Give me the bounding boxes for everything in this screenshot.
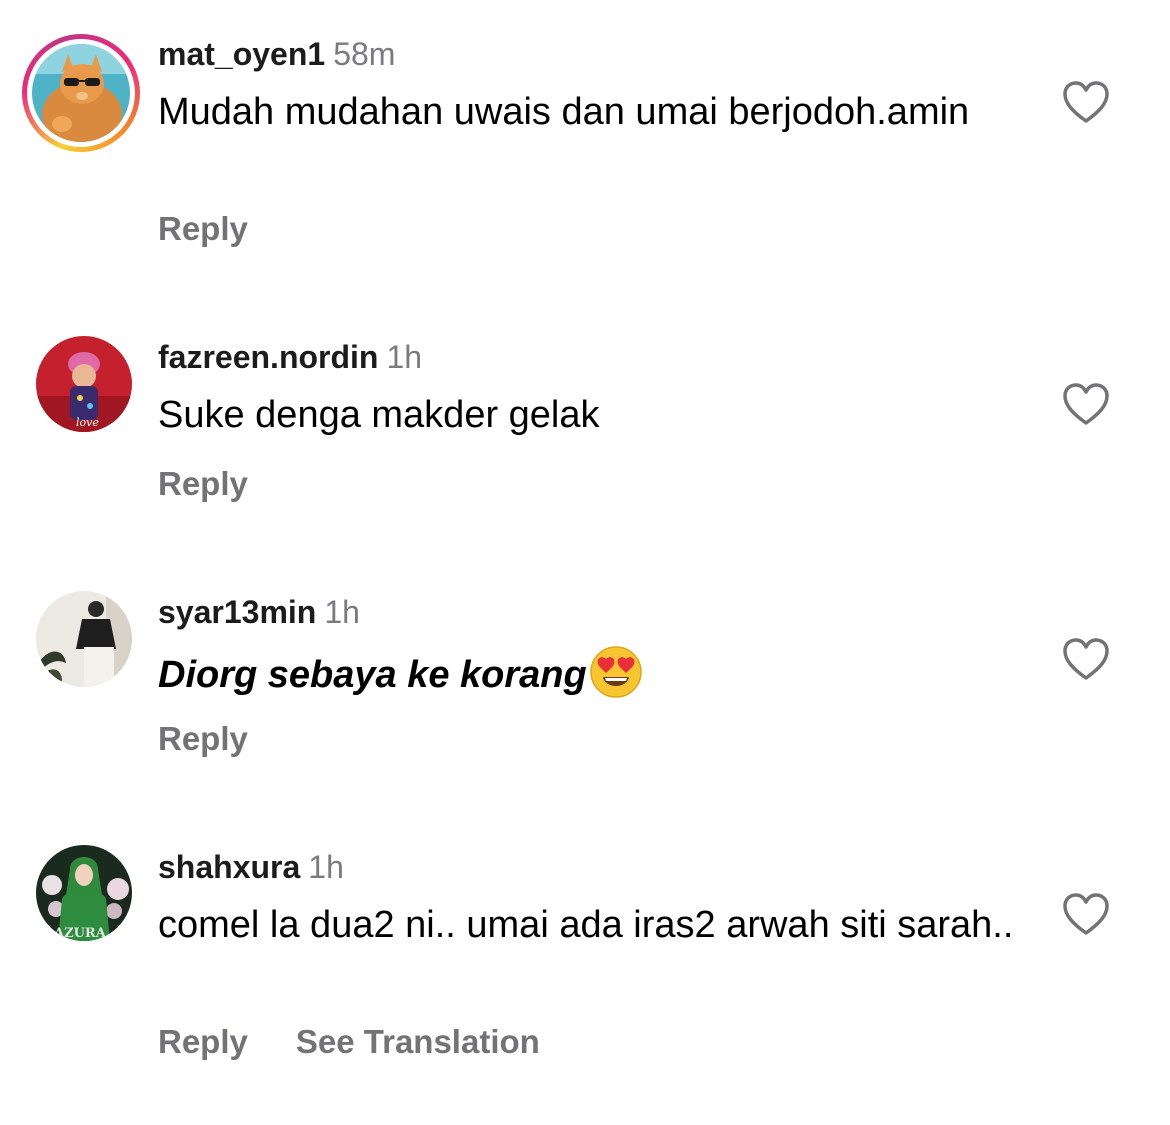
comment-actions: Reply — [158, 719, 248, 759]
heart-outline-icon[interactable] — [1062, 383, 1110, 427]
avatar-child-image: love — [36, 336, 132, 432]
comment-actions: Reply — [158, 209, 248, 249]
story-ring[interactable] — [22, 34, 140, 152]
avatar-cat-image — [32, 44, 130, 142]
comment-header: syar13min 1h — [158, 592, 360, 632]
avatar[interactable] — [36, 591, 132, 687]
comment-text: Diorg sebaya ke korang — [158, 645, 1038, 700]
timestamp: 1h — [308, 849, 344, 885]
svg-text:love: love — [76, 416, 99, 429]
avatar[interactable]: AZURA — [36, 845, 132, 941]
comment-actions: Reply — [158, 464, 248, 504]
username[interactable]: syar13min — [158, 594, 316, 630]
see-translation-button[interactable]: See Translation — [296, 1022, 540, 1062]
reply-button[interactable]: Reply — [158, 464, 248, 504]
username[interactable]: fazreen.nordin — [158, 339, 378, 375]
svg-text:AZURA: AZURA — [53, 926, 107, 941]
heart-outline-icon[interactable] — [1062, 81, 1110, 125]
heart-outline-icon[interactable] — [1062, 893, 1110, 937]
heart-outline-icon[interactable] — [1062, 638, 1110, 682]
reply-button[interactable]: Reply — [158, 1022, 248, 1062]
reply-button[interactable]: Reply — [158, 719, 248, 759]
timestamp: 1h — [324, 594, 360, 630]
comment-actions: Reply See Translation — [158, 1022, 540, 1062]
avatar[interactable] — [32, 44, 130, 142]
avatar-hijab-image: AZURA — [36, 845, 132, 941]
avatar[interactable]: love — [36, 336, 132, 432]
comment-text: comel la dua2 ni.. umai ada iras2 arwah … — [158, 904, 1014, 946]
reply-button[interactable]: Reply — [158, 209, 248, 249]
comment-header: fazreen.nordin 1h — [158, 337, 422, 377]
timestamp: 58m — [333, 36, 396, 72]
avatar-person-image — [36, 591, 132, 687]
comment-text: Mudah mudahan uwais dan umai berjodoh.am… — [158, 91, 970, 133]
comment-text: Suke denga makder gelak — [158, 394, 600, 436]
comment-text-content: Diorg sebaya ke korang — [158, 654, 587, 696]
comment-header: mat_oyen1 58m — [158, 34, 395, 74]
username[interactable]: shahxura — [158, 849, 300, 885]
timestamp: 1h — [386, 339, 423, 375]
username[interactable]: mat_oyen1 — [158, 36, 325, 72]
comment-header: shahxura 1h — [158, 847, 344, 887]
heart-eyes-emoji-icon — [589, 646, 642, 698]
